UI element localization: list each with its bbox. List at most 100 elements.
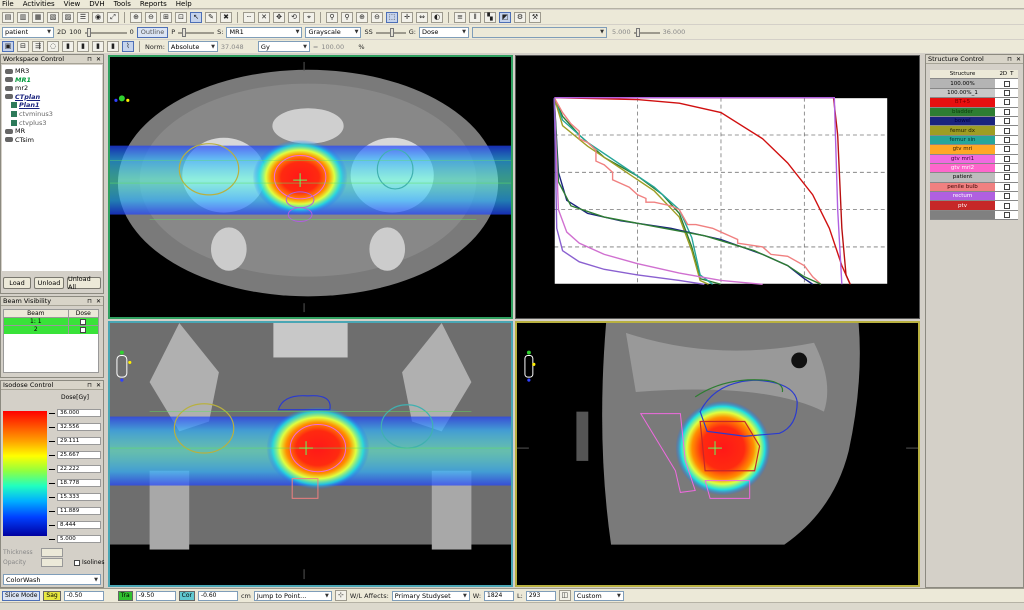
isodose-mode-select[interactable]: ColorWash ▼ <box>3 574 101 585</box>
close-icon[interactable]: ✕ <box>96 298 101 305</box>
isodose-level-input[interactable]: 32.556 <box>57 423 101 431</box>
structure-row[interactable]: bowel <box>930 116 1018 127</box>
ss-slider[interactable] <box>375 27 406 38</box>
settings-icon[interactable]: ⚙ <box>514 11 526 23</box>
workspace-tree-item[interactable]: MR <box>5 127 99 136</box>
pin-icon[interactable]: ⊓ <box>87 298 92 305</box>
structure-row[interactable]: rectum <box>930 192 1018 202</box>
isodose-level-row[interactable]: 15.333 <box>49 493 101 501</box>
structure-2d-checkbox[interactable] <box>1003 108 1010 115</box>
unit-select[interactable]: Gy ▼ <box>257 41 310 52</box>
beam-row[interactable]: 2 <box>4 326 98 334</box>
camera-icon[interactable]: ◉ <box>92 11 104 23</box>
sag-input[interactable]: -0.50 <box>63 590 104 601</box>
workspace-tree-item[interactable]: MR1 <box>5 76 99 85</box>
workspace-tree-item[interactable]: ctvminus3 <box>5 110 99 119</box>
open-icon[interactable]: ▤ <box>2 11 14 23</box>
structure-2d-checkbox[interactable] <box>1003 127 1010 134</box>
pointer-icon[interactable]: ↖ <box>190 11 202 23</box>
isodose-level-row[interactable]: 32.556 <box>49 423 101 431</box>
dash-icon[interactable]: ┄ <box>243 11 255 23</box>
structure-2d-checkbox[interactable] <box>1003 99 1010 106</box>
isodose-icon[interactable]: ▮ <box>92 41 104 52</box>
dvh-view[interactable]: 0 10 20 30 40 0 20 40 60 80 100 Dose (Gy) Volume (%) <box>515 55 920 319</box>
structure-2d-checkbox[interactable] <box>1003 193 1010 200</box>
menu-file[interactable]: File <box>2 0 14 8</box>
menu-activities[interactable]: Activities <box>23 0 55 8</box>
sagittal-view[interactable] <box>515 321 920 587</box>
structure-row[interactable]: 100.00% <box>930 79 1018 89</box>
workspace-tree-item[interactable]: CTsim <box>5 136 99 145</box>
erase-icon[interactable]: ✖ <box>220 11 232 23</box>
beam-icon[interactable]: ⇶ <box>32 41 44 52</box>
menu-reports[interactable]: Reports <box>140 0 167 8</box>
isodose-level-input[interactable]: 11.889 <box>57 507 101 515</box>
structure-row[interactable]: penile bulb <box>930 182 1018 193</box>
structure-row[interactable]: gtv mri <box>930 145 1018 155</box>
structure-2d-checkbox[interactable] <box>1003 146 1010 153</box>
close-icon[interactable]: ✕ <box>1016 56 1021 63</box>
structure-row[interactable]: gtv mri2 <box>930 163 1018 174</box>
menu-tools[interactable]: Tools <box>114 0 131 8</box>
blend-slider[interactable] <box>84 27 127 38</box>
structure-row[interactable]: gtv mri1 <box>930 154 1018 164</box>
save-icon[interactable]: ▥ <box>17 11 29 23</box>
measure-icon[interactable]: ✎ <box>205 11 217 23</box>
zoom-icon[interactable]: ⚲ <box>326 11 338 23</box>
cor-input[interactable]: -0.60 <box>197 590 238 601</box>
isolines-checkbox[interactable] <box>74 559 80 566</box>
isodose-level-input[interactable]: 29.111 <box>57 437 101 445</box>
workspace-tree-item[interactable]: MR3 <box>5 67 99 76</box>
isodose-level-row[interactable]: 22.222 <box>49 465 101 473</box>
structure-row[interactable]: ptv <box>930 201 1018 211</box>
p-slider[interactable] <box>178 27 215 38</box>
beam-dose-checkbox[interactable] <box>80 327 87 333</box>
structure-row[interactable]: 100.00%_1 <box>930 88 1018 99</box>
structure-2d-checkbox[interactable] <box>1003 155 1010 162</box>
profile-icon[interactable]: ⌇ <box>122 41 134 52</box>
workspace-tree-item[interactable]: mr2 <box>5 84 99 93</box>
structure-row[interactable]: BT+5 <box>930 98 1018 108</box>
beam-dose-checkbox[interactable] <box>80 318 87 325</box>
palette-icon[interactable]: ▮ <box>77 41 89 52</box>
flip-icon[interactable]: ⇔ <box>416 11 428 23</box>
pin-icon[interactable]: ⊓ <box>87 382 92 389</box>
fit-icon[interactable]: ⤢ <box>107 11 119 23</box>
close-icon[interactable]: ✕ <box>96 382 101 389</box>
window-level-icon[interactable]: ◐ <box>431 11 443 23</box>
slice-mode-button[interactable]: Slice Mode <box>2 590 41 601</box>
wl-affects-select[interactable]: Primary Studyset ▼ <box>391 590 470 601</box>
select-icon[interactable]: ⬚ <box>386 11 398 23</box>
thickness-stepper[interactable] <box>41 548 63 557</box>
structure-2d-checkbox[interactable] <box>1003 89 1010 96</box>
isodose-level-row[interactable]: 18.778 <box>49 479 101 487</box>
opacity-stepper[interactable] <box>41 558 63 567</box>
isodose-level-input[interactable]: 8.444 <box>57 521 101 529</box>
isodose-level-input[interactable]: 15.333 <box>57 493 101 501</box>
structure-row[interactable]: femur dx <box>930 126 1018 136</box>
lines-icon[interactable]: ≡ <box>454 11 466 23</box>
columns-icon[interactable]: ⦀ <box>469 11 481 23</box>
isodose-level-input[interactable]: 5.000 <box>57 535 101 543</box>
structure-row[interactable]: femur sin <box>930 135 1018 146</box>
structure-2d-checkbox[interactable] <box>1003 183 1010 190</box>
structure-2d-checkbox[interactable] <box>1003 118 1010 125</box>
g-slider[interactable] <box>633 27 660 38</box>
structure-2d-checkbox[interactable] <box>1003 80 1010 87</box>
structure-2d-checkbox[interactable] <box>1003 136 1010 143</box>
series-select[interactable]: MR1 ▼ <box>226 26 303 38</box>
overlay-select[interactable]: ▼ <box>471 26 607 38</box>
isodose-level-row[interactable]: 5.000 <box>49 535 101 543</box>
norm-select[interactable]: Absolute ▼ <box>167 41 218 52</box>
workspace-tree-item[interactable]: ctvplus3 <box>5 119 99 128</box>
beam-row[interactable]: 1: 1 <box>4 318 98 326</box>
contour-icon[interactable]: ◌ <box>47 41 59 52</box>
outline-button[interactable]: Outline <box>136 26 169 38</box>
crosshair-icon[interactable]: ⌖ <box>303 11 315 23</box>
list-icon[interactable]: ☰ <box>77 11 89 23</box>
structure-2d-checkbox[interactable] <box>1003 165 1010 172</box>
dvh-icon[interactable]: ▮ <box>107 41 119 52</box>
layout-icon[interactable]: ▧ <box>47 11 59 23</box>
isodose-level-input[interactable]: 36.000 <box>57 409 101 417</box>
rotate-icon[interactable]: ⟲ <box>288 11 300 23</box>
